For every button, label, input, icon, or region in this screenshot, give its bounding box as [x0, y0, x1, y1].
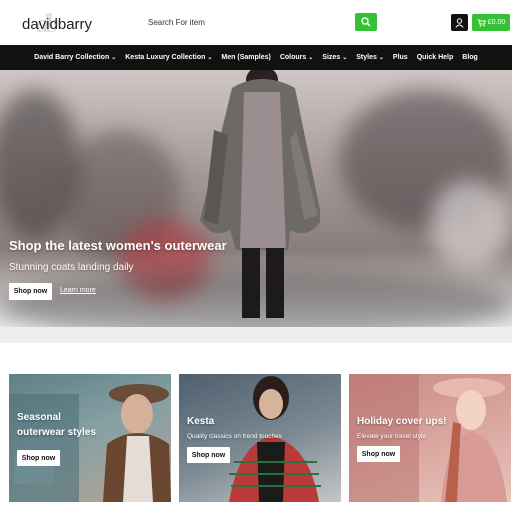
search-input[interactable] — [140, 12, 352, 32]
promo-card-shop-now-button[interactable]: Shop now — [187, 447, 230, 463]
nav-label: Blog — [462, 54, 478, 61]
promo-card-title: Seasonal outerwear styles — [17, 410, 96, 440]
hero-bg-shape — [430, 180, 510, 270]
promo-card-title-line: outerwear styles — [17, 427, 96, 438]
nav-label: Plus — [392, 54, 408, 61]
hero-title: Shop the latest women's outerwear — [9, 238, 227, 253]
chevron-down-icon: ⌄ — [207, 55, 213, 61]
nav-label: Sizes — [322, 54, 341, 61]
promo-card-shop-now-button[interactable]: Shop now — [17, 450, 60, 466]
hero-banner: Shop the latest women's outerwear Stunni… — [0, 70, 512, 327]
promo-card-subtitle: Quality classics on trend touches — [187, 433, 283, 440]
promo-card-title: Holiday cover ups! — [357, 416, 447, 427]
promo-card-holiday[interactable]: Holiday cover ups! Elevate your travel s… — [349, 374, 511, 502]
cart-button[interactable]: £0.00 — [472, 14, 510, 31]
nav-item-sizes[interactable]: Sizes ⌄ — [322, 54, 347, 61]
nav-label: David Barry Collection — [34, 54, 110, 61]
cart-total: £0.00 — [487, 19, 506, 26]
nav-label: Quick Help — [416, 54, 454, 61]
search-button[interactable] — [355, 13, 377, 31]
promo-card-shop-now-button[interactable]: Shop now — [357, 446, 400, 462]
account-button[interactable] — [451, 14, 468, 31]
logo-text: davidbarry — [22, 16, 93, 33]
nav-item-men-samples[interactable]: Men (Samples) — [221, 54, 270, 61]
nav-label: Men (Samples) — [221, 54, 271, 61]
site-header: db davidbarry £0.00 — [0, 0, 512, 45]
nav-label: Styles — [356, 54, 377, 61]
nav-item-plus[interactable]: Plus — [393, 54, 408, 61]
nav-item-quick-help[interactable]: Quick Help — [417, 54, 454, 61]
nav-item-colours[interactable]: Colours ⌄ — [280, 54, 313, 61]
nav-item-styles[interactable]: Styles ⌄ — [356, 54, 384, 61]
promo-card-title-line: Seasonal — [17, 412, 61, 423]
user-icon — [455, 17, 464, 28]
promo-card-title: Kesta — [187, 416, 215, 427]
hero-model-image — [200, 70, 320, 318]
cart-icon — [477, 18, 486, 27]
promo-card-seasonal[interactable]: Seasonal outerwear styles Shop now — [9, 374, 171, 502]
chevron-down-icon: ⌄ — [378, 55, 384, 61]
search-icon — [361, 17, 371, 27]
hero-subtitle: Stunning coats landing daily — [9, 262, 134, 273]
chevron-down-icon: ⌄ — [342, 55, 348, 61]
chevron-down-icon: ⌄ — [308, 55, 314, 61]
hero-learn-more-link[interactable]: Learn more — [60, 287, 96, 294]
promo-card-kesta[interactable]: Kesta Quality classics on trend touches … — [179, 374, 341, 502]
promo-card-subtitle: Elevate your travel style — [357, 433, 427, 440]
nav-label: Colours — [279, 54, 307, 61]
nav-item-david-barry-collection[interactable]: David Barry Collection ⌄ — [34, 54, 116, 61]
main-nav: David Barry Collection ⌄ Kesta Luxury Col… — [0, 45, 512, 70]
nav-label: Kesta Luxury Collection — [125, 54, 206, 61]
logo[interactable]: db davidbarry — [22, 9, 132, 38]
nav-item-blog[interactable]: Blog — [462, 54, 478, 61]
section-divider — [0, 327, 512, 343]
chevron-down-icon: ⌄ — [111, 55, 117, 61]
nav-item-kesta-luxury-collection[interactable]: Kesta Luxury Collection ⌄ — [125, 54, 212, 61]
hero-shop-now-button[interactable]: Shop now — [9, 283, 52, 300]
